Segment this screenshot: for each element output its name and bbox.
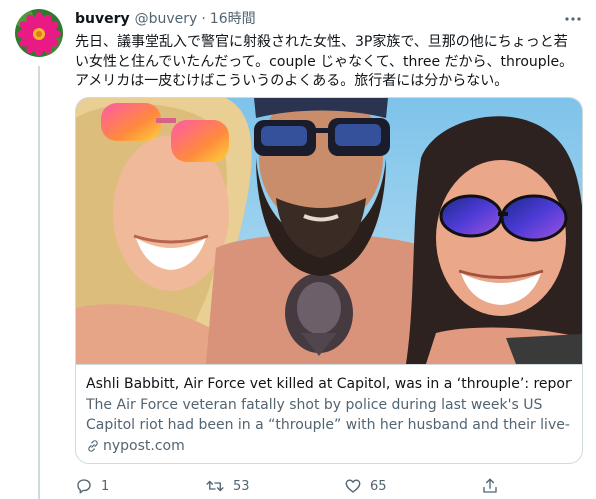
card-image[interactable]: [76, 98, 582, 364]
card-domain: nypost.com: [103, 438, 185, 454]
separator-dot: ·: [201, 11, 206, 27]
reply-count: 1: [101, 478, 110, 494]
like-icon: [345, 479, 361, 493]
link-icon: [88, 440, 98, 452]
retweet-icon: [206, 480, 224, 492]
retweet-count: 53: [233, 478, 250, 494]
share-button[interactable]: [481, 475, 499, 497]
retweet-button[interactable]: 53: [205, 475, 250, 497]
user-handle[interactable]: @buvery: [135, 9, 198, 29]
tweet-header: buvery @buvery · 16時間: [75, 9, 582, 29]
link-card[interactable]: Ashli Babbitt, Air Force vet killed at C…: [75, 97, 583, 464]
avatar[interactable]: [15, 9, 63, 57]
reply-button[interactable]: 1: [75, 475, 109, 497]
like-button[interactable]: 65: [344, 475, 387, 497]
display-name[interactable]: buvery: [75, 9, 130, 29]
action-bar: 1 53 65: [75, 475, 505, 497]
thread-line: [38, 66, 40, 499]
card-domain-row: nypost.com: [86, 436, 572, 456]
pink-flower-avatar-image: [15, 9, 63, 57]
card-description: The Air Force veteran fatally shot by po…: [86, 397, 570, 433]
more-options-icon[interactable]: [564, 11, 582, 27]
card-title[interactable]: Ashli Babbitt, Air Force vet killed at C…: [86, 374, 572, 394]
reply-icon: [77, 479, 91, 494]
card-body[interactable]: Ashli Babbitt, Air Force vet killed at C…: [76, 364, 582, 463]
like-count: 65: [370, 478, 387, 494]
share-icon: [483, 478, 497, 493]
timestamp[interactable]: 16時間: [210, 9, 256, 29]
tweet-text: 先日、議事堂乱入で警官に射殺された女性、3P家族で、旦那の他にちょっと若い女性と…: [75, 34, 574, 89]
